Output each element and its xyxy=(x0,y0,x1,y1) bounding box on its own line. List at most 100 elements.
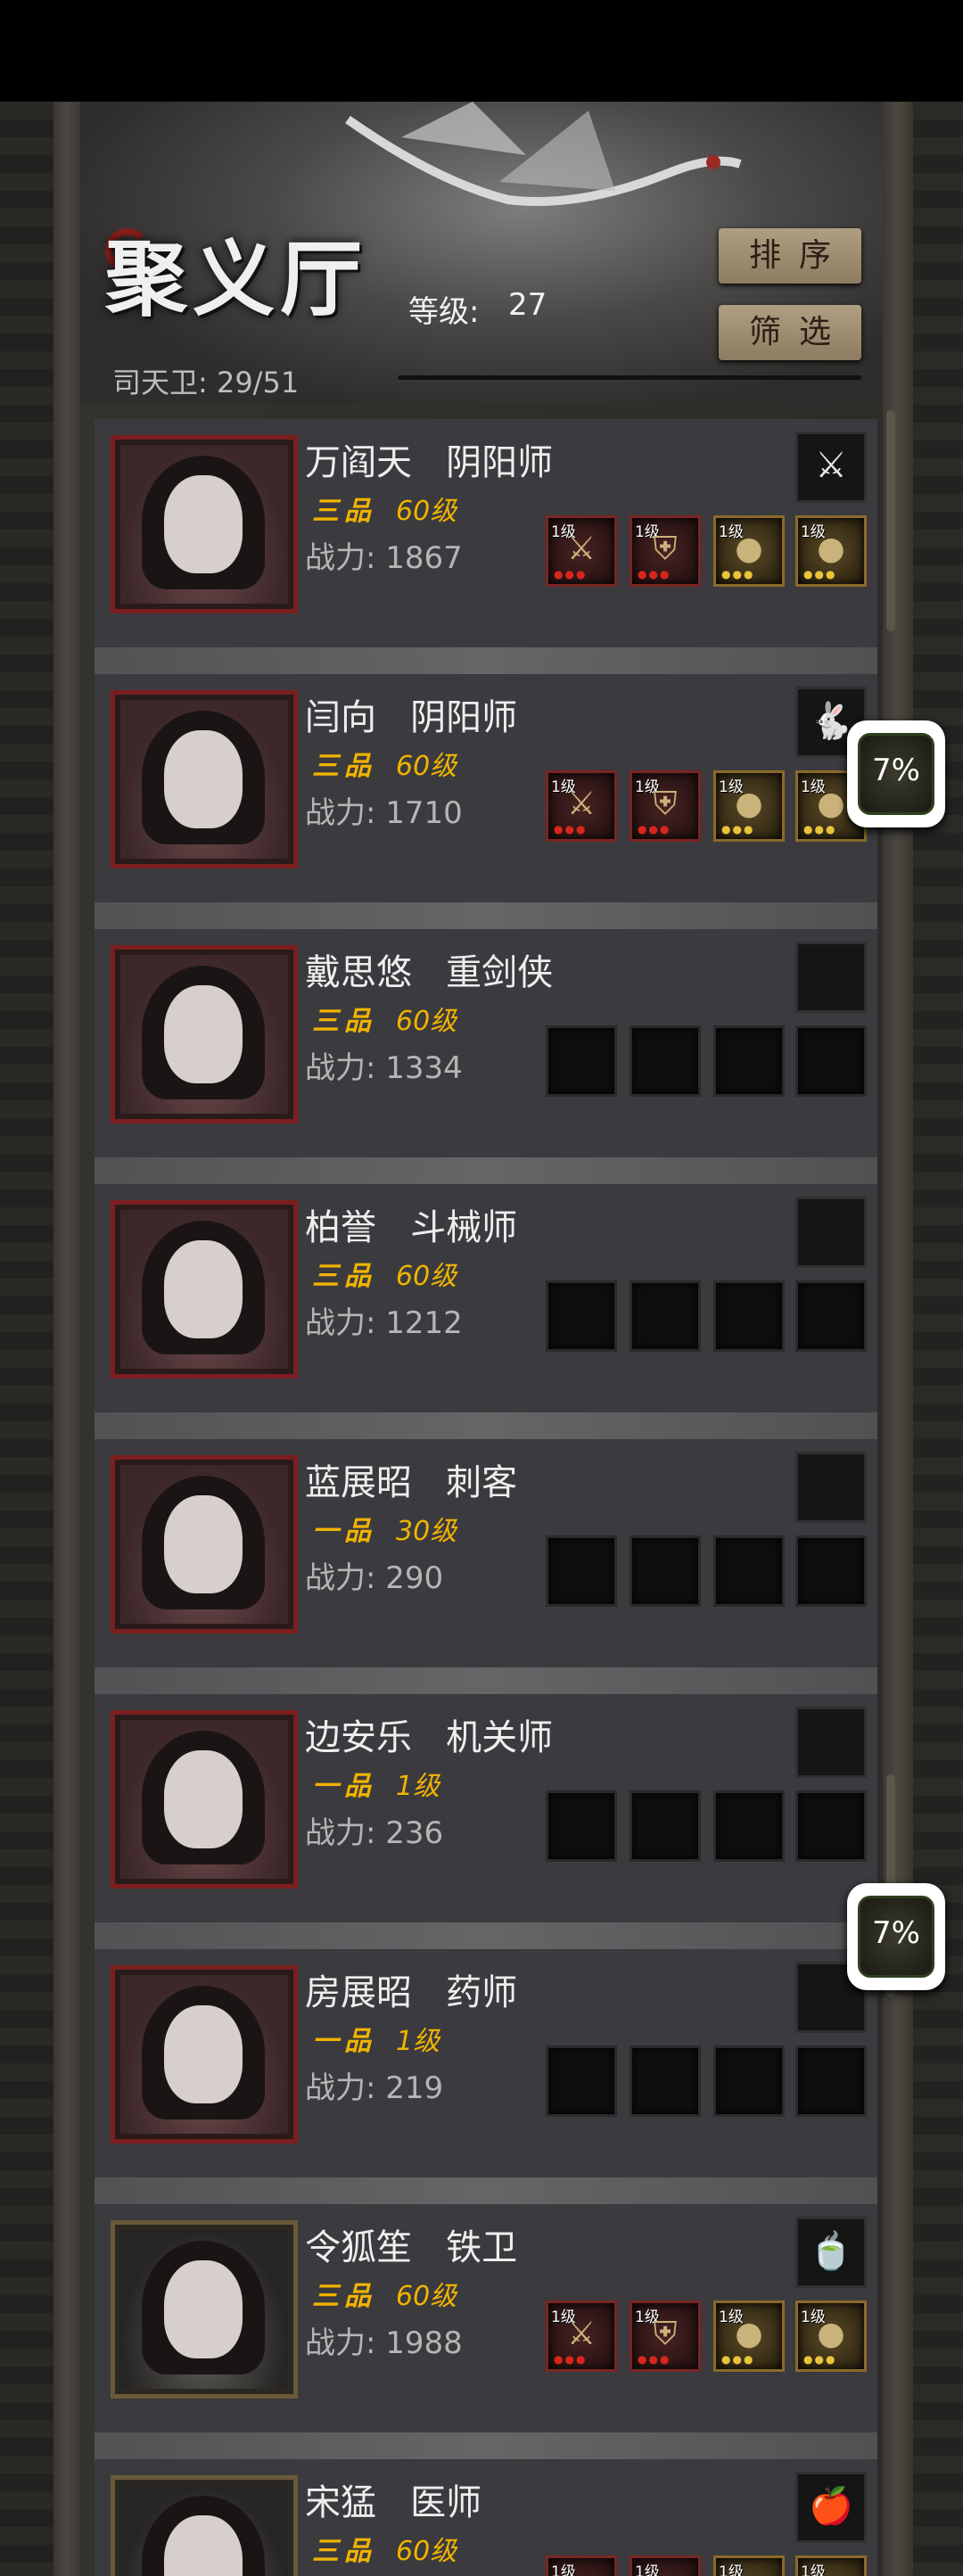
equipment-slot[interactable] xyxy=(630,1535,701,1607)
equipment-slot[interactable] xyxy=(795,1280,867,1352)
hero-level: 60级 xyxy=(396,1006,457,1037)
hero-name: 房展昭 xyxy=(305,1972,412,2013)
hero-card[interactable]: 蓝展昭 刺客 一品 30级 战力: 290 xyxy=(95,1439,877,1667)
hero-name: 闫向 xyxy=(305,697,376,738)
weapon-slot[interactable]: 🍵 xyxy=(795,2217,867,2288)
weapon-icon: 🍵 xyxy=(809,2231,853,2272)
weapon-icon: ⚔ xyxy=(815,445,847,486)
weapon-slot[interactable] xyxy=(795,1452,867,1523)
equipment-slot[interactable] xyxy=(713,1790,785,1862)
hero-portrait[interactable] xyxy=(111,1455,298,1634)
side-event-badge[interactable]: 7% xyxy=(847,720,945,827)
equipment-slot[interactable]: 1级 ⛨ ●●● xyxy=(630,2300,701,2372)
hero-card[interactable]: 万阎天 阴阳师 三品 60级 战力: 1867 ⚔ 1级 ⚔ ●●● 1级 ⛨ ●… xyxy=(95,419,877,647)
hero-card[interactable]: 边安乐 机关师 一品 1级 战力: 236 xyxy=(95,1694,877,1922)
equipment-slot[interactable] xyxy=(630,1280,701,1352)
hero-portrait[interactable] xyxy=(111,2475,298,2576)
hero-portrait[interactable] xyxy=(111,1710,298,1889)
equipment-slot[interactable]: 1级 ⚔ ●●● xyxy=(546,770,617,842)
hero-power: 战力: 1867 xyxy=(305,533,463,577)
hero-role: 铁卫 xyxy=(446,2227,518,2268)
equipment-slot[interactable] xyxy=(795,1535,867,1607)
hero-card[interactable]: 令狐笙 铁卫 三品 60级 战力: 1988 🍵 1级 ⚔ ●●● 1级 ⛨ ●●… xyxy=(95,2204,877,2432)
equipment-slot[interactable] xyxy=(630,2045,701,2117)
hero-name: 戴思悠 xyxy=(305,952,412,993)
sort-button[interactable]: 排序 xyxy=(719,228,861,284)
hero-card[interactable]: 宋猛 医师 三品 60级 战力: 🍎 1级 ⚔ ●●●1级 ⛨ ●●●1级 ● xyxy=(95,2459,877,2576)
weapon-slot[interactable]: 🍎 xyxy=(795,2472,867,2543)
hero-portrait[interactable] xyxy=(111,2220,298,2399)
equipment-slot[interactable]: 1级 ⚔ ●●● xyxy=(546,2555,617,2576)
hero-rank: 三品 xyxy=(312,2536,376,2567)
equipment-slot[interactable] xyxy=(713,1535,785,1607)
equipment-slot[interactable]: 1级 ● ●●● xyxy=(795,2555,867,2576)
weapon-slot[interactable] xyxy=(795,1707,867,1778)
equipment-slot[interactable]: 1级 ⛨ ●●● xyxy=(630,770,701,842)
card-separator xyxy=(95,1157,877,1184)
card-separator xyxy=(95,2177,877,2204)
equipment-slot[interactable] xyxy=(713,2045,785,2117)
equipment-slot[interactable] xyxy=(546,1280,617,1352)
hero-power: 战力: 1334 xyxy=(305,1043,463,1087)
equipment-slot[interactable]: 1级 ● ●●● xyxy=(795,515,867,587)
equipment-slot[interactable] xyxy=(546,1790,617,1862)
equipment-icon: ⚔ xyxy=(566,2316,597,2352)
equipment-slot[interactable]: 1级 ● ●●● xyxy=(713,2555,785,2576)
hero-portrait[interactable] xyxy=(111,1965,298,2144)
side-event-badge[interactable]: 7% xyxy=(847,1883,945,1990)
equipment-slot[interactable] xyxy=(713,1025,785,1097)
power-value: 219 xyxy=(385,2070,444,2106)
equipment-slot[interactable] xyxy=(546,1535,617,1607)
equipment-slot[interactable] xyxy=(630,1025,701,1097)
equipment-stars-icon: ●●● xyxy=(554,2353,588,2366)
scrollbar-thumb[interactable] xyxy=(886,410,895,631)
hero-name-role: 万阎天 阴阳师 xyxy=(305,433,553,485)
card-separator xyxy=(95,902,877,929)
portrait-face xyxy=(164,2005,243,2103)
equipment-slot[interactable] xyxy=(795,1025,867,1097)
equipment-slot[interactable] xyxy=(713,1280,785,1352)
hero-card[interactable]: 房展昭 药师 一品 1级 战力: 219 xyxy=(95,1949,877,2177)
hero-level: 1级 xyxy=(396,1771,440,1802)
equipment-icon: ● xyxy=(716,2571,782,2576)
equipment-stars-icon: ●●● xyxy=(554,823,588,835)
equipment-slot[interactable] xyxy=(546,1025,617,1097)
equipment-stars-icon: ●●● xyxy=(721,568,755,580)
equipment-slot[interactable]: 1级 ⛨ ●●● xyxy=(630,2555,701,2576)
card-separator xyxy=(95,1922,877,1949)
equipment-slot[interactable]: 1级 ● ●●● xyxy=(713,515,785,587)
equipment-slot[interactable]: 1级 ⚔ ●●● xyxy=(546,2300,617,2372)
power-value: 236 xyxy=(385,1815,444,1851)
hero-rank: 一品 xyxy=(312,1771,376,1802)
power-value: 1334 xyxy=(385,1050,463,1086)
equipment-slot[interactable] xyxy=(546,2045,617,2117)
hero-portrait[interactable] xyxy=(111,945,298,1123)
weapon-slot[interactable] xyxy=(795,1197,867,1268)
equipment-slot[interactable]: 1级 ⚔ ●●● xyxy=(546,515,617,587)
hero-card[interactable]: 闫向 阴阳师 三品 60级 战力: 1710 🐇 1级 ⚔ ●●● 1级 ⛨ ●●… xyxy=(95,674,877,902)
hero-portrait[interactable] xyxy=(111,1200,298,1379)
hero-role: 斗械师 xyxy=(410,1207,518,1248)
equipment-slot[interactable] xyxy=(795,2045,867,2117)
hero-name-role: 戴思悠 重剑侠 xyxy=(305,943,553,995)
hero-level: 60级 xyxy=(396,751,457,782)
hero-rank: 一品 xyxy=(312,2026,376,2057)
equipment-slot[interactable] xyxy=(795,1790,867,1862)
hero-level: 1级 xyxy=(396,2026,440,2057)
power-label: 战力: xyxy=(305,1050,376,1086)
hero-card[interactable]: 戴思悠 重剑侠 三品 60级 战力: 1334 xyxy=(95,929,877,1157)
filter-button[interactable]: 筛选 xyxy=(719,305,861,360)
weapon-slot[interactable] xyxy=(795,942,867,1013)
hero-card[interactable]: 柏誉 斗械师 三品 60级 战力: 1212 xyxy=(95,1184,877,1412)
equipment-slot[interactable]: 1级 ● ●●● xyxy=(795,2300,867,2372)
equipment-icon: ● xyxy=(735,786,763,822)
equipment-slot[interactable]: 1级 ● ●●● xyxy=(713,2300,785,2372)
hero-role: 机关师 xyxy=(446,1717,554,1758)
hero-portrait[interactable] xyxy=(111,435,298,613)
equipment-slot[interactable] xyxy=(630,1790,701,1862)
equipment-slot[interactable]: 1级 ● ●●● xyxy=(713,770,785,842)
weapon-slot[interactable]: ⚔ xyxy=(795,432,867,503)
hero-portrait[interactable] xyxy=(111,690,298,868)
equipment-slot[interactable]: 1级 ⛨ ●●● xyxy=(630,515,701,587)
equipment-stars-icon: ●●● xyxy=(638,568,671,580)
